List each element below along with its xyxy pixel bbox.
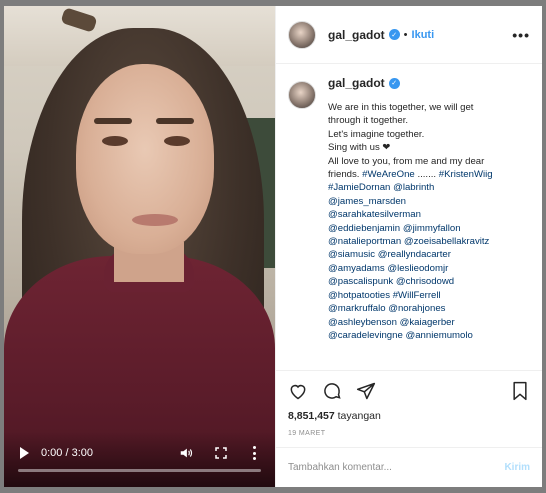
- caption-line: @ashleybenson @kaiagerber: [328, 316, 530, 329]
- caption-line: @james_marsden: [328, 195, 530, 208]
- post-comment-button[interactable]: Kirim: [504, 462, 530, 473]
- mention-link[interactable]: @labrinth: [393, 182, 434, 193]
- mention-link[interactable]: @hotpatooties: [328, 290, 390, 301]
- caption-line: We are in this together, we will get: [328, 102, 474, 113]
- eyebrow-left: [94, 118, 132, 124]
- mention-link[interactable]: @zoeisabellakravitz: [404, 236, 489, 247]
- mention-link[interactable]: @pascalispunk: [328, 276, 393, 287]
- caption-line: @markruffalo @norahjones: [328, 302, 530, 315]
- action-bar: [276, 370, 542, 414]
- caption-line: @hotpatooties #WillFerrell: [328, 289, 530, 302]
- mention-link[interactable]: @markruffalo: [328, 303, 386, 314]
- avatar[interactable]: [288, 20, 316, 49]
- caption-text: We are in this together, we will get thro…: [328, 101, 530, 342]
- bookmark-icon[interactable]: [510, 381, 530, 401]
- post-details-panel: gal_gadot ✓ • Ikuti ••• gal_gadot ✓ We a…: [275, 6, 542, 487]
- video-controls: 0:00 / 3:00: [16, 442, 263, 464]
- mention-link[interactable]: @sarahkatesilverman: [328, 209, 421, 220]
- view-count-number: 8,851,457: [288, 410, 335, 422]
- mention-link[interactable]: @natalieportman: [328, 236, 401, 247]
- follow-button[interactable]: Ikuti: [412, 29, 435, 41]
- caption-line: @siamusic @reallyndacarter: [328, 248, 530, 261]
- backdrop: 0:00 / 3:00 gal_gadot ✓ • Ikuti ••• gal_…: [0, 0, 546, 493]
- header-separator: •: [403, 28, 408, 41]
- caption-line: friends. #WeAreOne ....... #KristenWiig: [328, 169, 493, 181]
- eye-left: [102, 136, 128, 146]
- mention-link[interactable]: @anniemumolo: [405, 330, 472, 341]
- caption-line: Let's imagine together.: [328, 128, 425, 140]
- heart-icon[interactable]: [288, 381, 308, 401]
- lips: [132, 214, 178, 226]
- caption-line: @amyadams @leslieodomjr: [328, 262, 530, 275]
- comment-input[interactable]: [288, 462, 505, 473]
- caption-header: gal_gadot ✓: [328, 69, 530, 97]
- share-icon[interactable]: [356, 381, 376, 401]
- post-modal: 0:00 / 3:00 gal_gadot ✓ • Ikuti ••• gal_…: [4, 6, 542, 487]
- comments-section: gal_gadot ✓ We are in this together, we …: [276, 65, 542, 370]
- eye-right: [164, 136, 190, 146]
- caption-line: @pascalispunk @chrisodowd: [328, 275, 530, 288]
- play-icon[interactable]: [20, 447, 29, 459]
- hashtag-link[interactable]: #WillFerrell: [393, 290, 441, 301]
- mention-link[interactable]: @amyadams: [328, 263, 385, 274]
- view-count-label: tayangan: [337, 410, 381, 422]
- caption-line: @caradelevingne @anniemumolo: [328, 329, 530, 342]
- mention-link[interactable]: @james_marsden: [328, 196, 406, 207]
- mention-link[interactable]: @ashleybenson: [328, 317, 397, 328]
- hashtag-link[interactable]: #JamieDornan: [328, 182, 390, 193]
- caption-line: Sing with us ❤: [328, 142, 391, 154]
- eyebrow-right: [156, 118, 194, 124]
- verified-badge-icon: ✓: [388, 77, 400, 89]
- caption-line: @eddiebenjamin @jimmyfallon: [328, 222, 530, 235]
- caption-line: All love to you, from me and my dear: [328, 155, 485, 167]
- add-comment-bar: Kirim: [276, 447, 542, 487]
- hashtag-link[interactable]: #KristenWiig: [439, 169, 493, 180]
- mention-link[interactable]: @caradelevingne: [328, 330, 403, 341]
- mention-link[interactable]: @siamusic: [328, 249, 375, 260]
- caption: gal_gadot ✓ We are in this together, we …: [328, 76, 530, 370]
- mention-link[interactable]: @reallyndacarter: [378, 249, 451, 260]
- view-count[interactable]: 8,851,457 tayangan: [288, 410, 381, 422]
- mention-link[interactable]: @leslieodomjr: [387, 263, 448, 274]
- mention-link[interactable]: @eddiebenjamin: [328, 223, 400, 234]
- caption-line: @natalieportman @zoeisabellakravitz: [328, 235, 530, 248]
- video-time: 0:00 / 3:00: [41, 447, 93, 459]
- more-vertical-icon[interactable]: [253, 446, 257, 460]
- mention-link[interactable]: @norahjones: [388, 303, 445, 314]
- caption-avatar[interactable]: [288, 81, 316, 109]
- post-header: gal_gadot ✓ • Ikuti •••: [276, 6, 542, 64]
- verified-badge-icon: ✓: [388, 29, 400, 40]
- post-date[interactable]: 19 MARET: [288, 430, 325, 437]
- video-progress-bar[interactable]: [18, 469, 261, 472]
- more-options-icon[interactable]: •••: [512, 27, 530, 43]
- mention-link[interactable]: @kaiagerber: [400, 317, 455, 328]
- header-username[interactable]: gal_gadot: [328, 28, 385, 42]
- volume-icon[interactable]: [179, 446, 193, 460]
- comment-icon[interactable]: [322, 381, 342, 401]
- mention-link[interactable]: @jimmyfallon: [403, 223, 461, 234]
- caption-username[interactable]: gal_gadot: [328, 76, 385, 90]
- caption-line: through it together.: [328, 115, 409, 127]
- caption-line: @sarahkatesilverman: [328, 208, 530, 221]
- video-player[interactable]: 0:00 / 3:00: [4, 6, 275, 487]
- fullscreen-icon[interactable]: [215, 447, 227, 459]
- hashtag-link[interactable]: #WeAreOne: [362, 169, 415, 180]
- mention-link[interactable]: @chrisodowd: [396, 276, 454, 287]
- caption-line: #JamieDornan @labrinth: [328, 181, 530, 194]
